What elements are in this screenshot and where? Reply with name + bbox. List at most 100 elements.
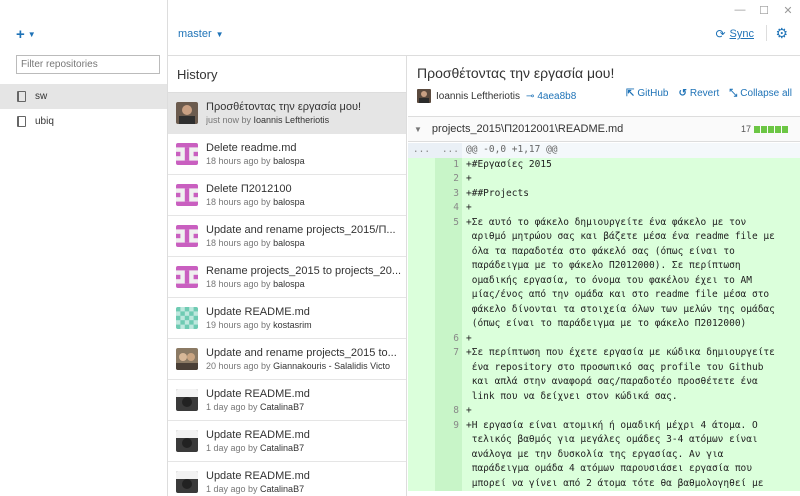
repository-sidebar: + ▼ sw ubiq [0,0,168,496]
new-line-number [435,462,462,477]
old-line-number [408,288,435,303]
diff-line-added: 8 + [408,404,800,419]
old-line-number [408,244,435,259]
commit-item-title: Delete readme.md [206,142,297,154]
new-line-number: 3 [435,186,462,201]
sync-icon: ⟳ [715,27,726,41]
repository-icon [17,91,26,102]
commit-item[interactable]: Delete Π2012100 18 hours ago by balospa [168,175,406,216]
commit-item-time: 1 day ago by [206,443,261,453]
new-line-number [435,476,462,491]
old-line-number [408,273,435,288]
repository-item[interactable]: sw [0,84,167,109]
old-line-number [408,404,435,419]
history-title: History [168,56,406,93]
commit-item[interactable]: Update README.md 1 day ago by CatalinaB7 [168,421,406,462]
repository-name: ubiq [35,116,54,127]
diff-line-added: μίας/ένος από την ομάδα και στο readme f… [408,288,800,303]
repository-item[interactable]: ubiq [0,109,167,134]
commit-item[interactable]: Update README.md 1 day ago by CatalinaB7 [168,380,406,421]
commit-item[interactable]: Προσθέτοντας την εργασία μου! just now by… [168,93,406,134]
diff-line-text: (όπως είναι το παράδειγμα με το φάκελο Π… [462,317,800,332]
old-line-number [408,317,435,332]
diff-line-text: +Η εργασία είναι ατομική ή ομαδική μέχρι… [462,418,800,433]
gear-icon[interactable]: ⚙ [775,25,788,42]
diff-line-text: link που να δείχνει στον κώδικά σας. [462,389,800,404]
new-line-number: 5 [435,215,462,230]
avatar [176,348,198,370]
diff-line-added: ένα repository στο προσωπικό σας profile… [408,360,800,375]
commit-item-title: Rename projects_2015 to projects_20... [206,265,402,277]
commit-item-subtitle: just now by Ioannis Leftheriotis [206,115,406,125]
commit-sha[interactable]: ⊸ 4aea8b8 [526,91,576,102]
commit-item-subtitle: 18 hours ago by balospa [206,238,406,248]
commit-item[interactable]: Rename projects_2015 to projects_20... 18… [168,257,406,298]
branch-selector[interactable]: master ▼ [178,28,224,40]
revert-icon: ↺ [678,88,687,99]
diff-line-added: 2 + [408,172,800,187]
commit-item[interactable]: Update and rename projects_2015 to... 20 … [168,339,406,380]
old-line-number [408,375,435,390]
diff-line-added: 6 + [408,331,800,346]
commit-item-title: Update README.md [206,429,310,441]
diff-line-text: όλα τα παραδοτέα στο φάκελό σας (όπως εί… [462,244,800,259]
avatar [176,102,198,124]
filter-repositories-input[interactable] [16,55,160,74]
diff-line-added: 3 +##Projects [408,186,800,201]
diff-stats: 17 [741,124,788,134]
revert-button[interactable]: ↺ Revert [678,88,719,99]
branch-name: master [178,28,212,40]
add-repository-button[interactable]: + ▼ [16,26,36,43]
old-line-number [408,302,435,317]
commit-item-author: CatalinaB7 [260,402,305,412]
old-line-number [408,186,435,201]
commit-meta: Ioannis Leftheriotis ⊸ 4aea8b8 ⇱ GitHub ↺… [417,88,800,104]
old-line-number [408,331,435,346]
commit-detail: Προσθέτοντας την εργασία μου! Ioannis Le… [408,56,800,496]
old-line-number [408,346,435,361]
diff-line-text: τελικός βαθμός για μεγάλες ομάδες 3-4 ατ… [462,433,800,448]
repository-icon [17,116,26,127]
github-button[interactable]: ⇱ GitHub [626,88,669,99]
old-line-number [408,201,435,216]
sync-button[interactable]: ⟳ Sync [715,27,754,41]
commit-item-time: 18 hours ago by [206,197,274,207]
file-header[interactable]: ▼ projects_2015\Π2012001\README.md 17 [408,116,800,142]
chevron-down-icon[interactable]: ▼ [414,125,422,134]
collapse-all-button[interactable]: ⤡ Collapse all [729,88,792,99]
old-line-number [408,360,435,375]
commit-item[interactable]: Delete readme.md 18 hours ago by balospa [168,134,406,175]
old-line-number [408,172,435,187]
diff-line-text: + [462,172,800,187]
diff-line-added: (όπως είναι το παράδειγμα με το φάκελο Π… [408,317,800,332]
avatar [176,143,198,165]
avatar [176,430,198,452]
diff-line-text: + [462,404,800,419]
diff-line-added: τελικός βαθμός για μεγάλες ομάδες 3-4 ατ… [408,433,800,448]
commit-sha-label: 4aea8b8 [537,90,577,102]
commit-actions: ⇱ GitHub ↺ Revert ⤡ Collapse all [626,88,792,99]
avatar [176,389,198,411]
diff-line-text: +Σε περίπτωση που έχετε εργασία με κώδικ… [462,346,800,361]
commit-item-subtitle: 1 day ago by CatalinaB7 [206,402,406,412]
commit-item-title: Update README.md [206,388,310,400]
commit-item-author: balospa [273,156,305,166]
additions-count: 17 [740,124,751,134]
new-line-number [435,375,462,390]
history-panel: History Προσθέτοντας την εργασία μου! jus… [168,56,407,496]
commit-item-title: Delete Π2012100 [206,183,292,195]
commit-item[interactable]: Update README.md 19 hours ago by kostasri… [168,298,406,339]
external-link-icon: ⇱ [625,88,635,99]
diff-line-text: + [462,331,800,346]
diff-line-text: φάκελο δίνονται τα στοιχεία όλων των μελ… [462,302,800,317]
commit-item-time: just now by [206,115,254,125]
diff-line-added: παράδειγμα ομάδα 4 ατόμων παρουσιάσει ερ… [408,462,800,477]
diff-line-text: μπορεί να γίνει από 2 άτομα τότε θα βαθμ… [462,476,800,491]
avatar [176,184,198,206]
commit-item[interactable]: Update README.md 1 day ago by CatalinaB7 [168,462,406,496]
diff-line-added: ανάλογα με την δυσκολία της εργασίας. Αν… [408,447,800,462]
commit-item[interactable]: Update and rename projects_2015/Π... 18 h… [168,216,406,257]
diff-line-text: ομαδικής εργασία, το όνομα του φακέλου έ… [462,273,800,288]
toolbar: master ▼ ⟳ Sync ⚙ [168,0,800,56]
new-line-number: 6 [435,331,462,346]
